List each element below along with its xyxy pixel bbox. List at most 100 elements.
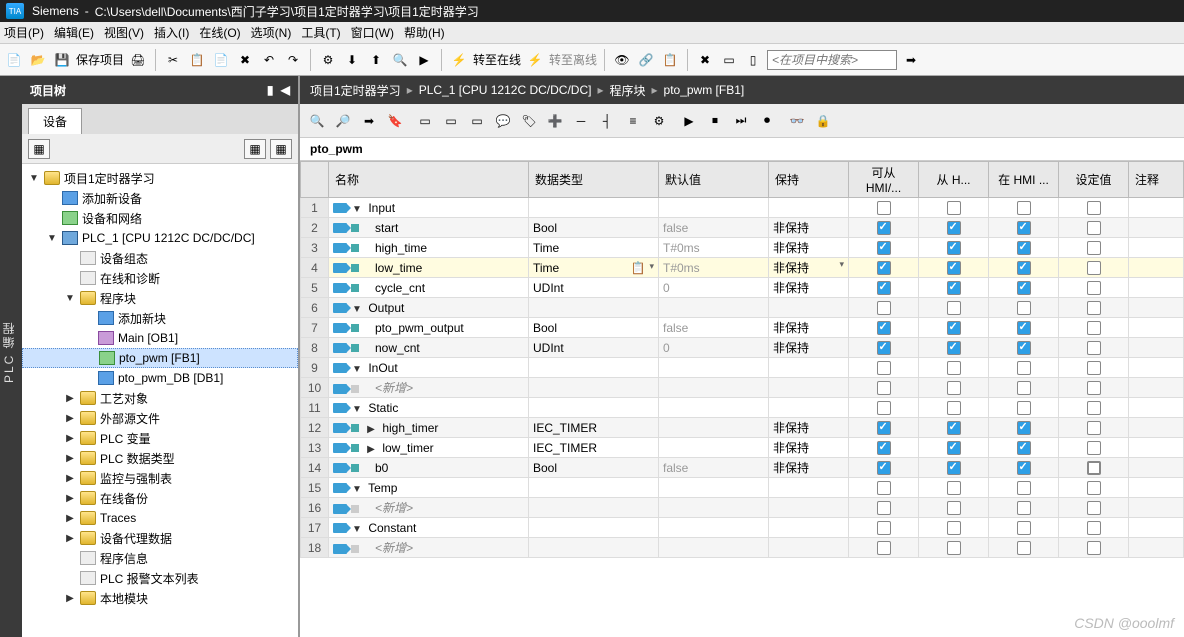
retain-cell[interactable] [769,518,849,538]
comment-cell[interactable] [1129,478,1184,498]
side-dock-label[interactable]: PLC 编程 [0,76,22,637]
expand-icon[interactable]: ▶ [64,532,76,544]
setvalue-checkbox[interactable] [1087,541,1101,555]
datatype-cell[interactable]: UDInt [529,278,659,298]
delete-icon[interactable]: ✖ [235,50,255,70]
setvalue-checkbox[interactable] [1087,501,1101,515]
hmi-checkbox[interactable] [947,321,961,335]
default-cell[interactable] [659,298,769,318]
hmi-checkbox[interactable] [877,481,891,495]
comment-cell[interactable] [1129,398,1184,418]
expand-icon[interactable]: ▼ [46,232,58,244]
comment-cell[interactable] [1129,458,1184,478]
table-row[interactable]: 9▼ InOut [301,358,1184,378]
hmi-checkbox[interactable] [877,261,891,275]
menu-item[interactable]: 选项(N) [251,24,292,41]
tree-item[interactable]: ▶Traces [22,508,298,528]
hmi-checkbox[interactable] [1017,341,1031,355]
go-online-icon[interactable]: ⚡ [449,50,469,70]
name-cell[interactable]: <新增> [329,378,529,398]
print-icon[interactable]: 🖨 [128,50,148,70]
zoom-out-icon[interactable]: 🔎 [332,110,354,132]
hmi-checkbox[interactable] [947,381,961,395]
hmi-checkbox[interactable] [877,541,891,555]
tree-item[interactable]: ▶设备代理数据 [22,528,298,548]
name-cell[interactable]: ▼ Static [329,398,529,418]
hmi-checkbox[interactable] [1017,201,1031,215]
table-row[interactable]: 5 cycle_cntUDInt0非保持 [301,278,1184,298]
close-view-icon[interactable]: ✖ [695,50,715,70]
simulate-icon[interactable]: ▶ [414,50,434,70]
menu-item[interactable]: 在线(O) [199,24,240,41]
setvalue-checkbox[interactable] [1087,361,1101,375]
expand-icon[interactable]: ▶ [64,512,76,524]
table-row[interactable]: 1▼ Input [301,198,1184,218]
compare-icon[interactable]: 🔍 [390,50,410,70]
hmi-checkbox[interactable] [1017,541,1031,555]
retain-cell[interactable] [769,498,849,518]
tree-item[interactable]: 添加新设备 [22,188,298,208]
comment-cell[interactable] [1129,378,1184,398]
default-cell[interactable]: false [659,218,769,238]
hmi-checkbox[interactable] [1017,421,1031,435]
hmi-checkbox[interactable] [877,201,891,215]
name-cell[interactable]: ▼ Input [329,198,529,218]
setvalue-checkbox[interactable] [1087,201,1101,215]
dropdown-icon[interactable]: ▾ [839,259,844,270]
table-row[interactable]: 17▼ Constant [301,518,1184,538]
retain-cell[interactable] [769,298,849,318]
setvalue-checkbox[interactable] [1087,401,1101,415]
expand-icon[interactable] [64,572,76,584]
datatype-cell[interactable] [529,198,659,218]
split-h-icon[interactable]: ▭ [719,50,739,70]
expand-icon[interactable] [83,352,95,364]
retain-cell[interactable] [769,398,849,418]
datatype-cell[interactable]: Bool [529,318,659,338]
tree-item[interactable]: ▶本地模块 [22,588,298,608]
hmi-checkbox[interactable] [877,421,891,435]
name-cell[interactable]: ▶ low_timer [329,438,529,458]
default-cell[interactable] [659,398,769,418]
branch-icon[interactable]: ┤ [596,110,618,132]
datatype-cell[interactable] [529,298,659,318]
hmi-checkbox[interactable] [877,281,891,295]
expand-icon[interactable]: ▼ [351,484,363,495]
panel-collapse-icon[interactable]: ◀ [281,83,290,97]
tree-item[interactable]: 在线和诊断 [22,268,298,288]
variable-table[interactable]: 名称数据类型默认值保持可从 HMI/...从 H...在 HMI ...设定值注… [300,161,1184,558]
hmi-checkbox[interactable] [947,481,961,495]
expand-icon[interactable] [82,312,94,324]
tree-item[interactable]: ▼程序块 [22,288,298,308]
table-row[interactable]: 7 pto_pwm_outputBoolfalse非保持 [301,318,1184,338]
breadcrumb-item[interactable]: pto_pwm [FB1] [664,83,745,97]
insert-icon[interactable]: ➕ [544,110,566,132]
menu-item[interactable]: 插入(I) [154,24,189,41]
cross-ref-icon[interactable]: 🔗 [636,50,656,70]
tree-view2-icon[interactable]: ▦ [270,139,292,159]
expand-icon[interactable]: ▶ [365,424,377,435]
tree-item[interactable]: ▶PLC 变量 [22,428,298,448]
save-icon[interactable]: 💾 [52,50,72,70]
hmi-checkbox[interactable] [1017,381,1031,395]
network3-icon[interactable]: ▭ [466,110,488,132]
hmi-checkbox[interactable] [877,381,891,395]
panel-pin-icon[interactable]: ▮ [267,83,274,97]
default-cell[interactable] [659,198,769,218]
datatype-cell[interactable]: Time▾📋 [529,258,659,278]
open-icon[interactable]: 📂 [28,50,48,70]
hmi-checkbox[interactable] [1017,401,1031,415]
default-cell[interactable]: 0 [659,278,769,298]
column-header[interactable]: 注释 [1129,162,1184,198]
expand-icon[interactable]: ▼ [351,204,363,215]
expand-icon[interactable] [64,272,76,284]
name-cell[interactable]: high_time [329,238,529,258]
datatype-cell[interactable]: UDInt [529,338,659,358]
hmi-checkbox[interactable] [877,301,891,315]
comment-cell[interactable] [1129,358,1184,378]
name-cell[interactable]: ▼ Output [329,298,529,318]
hmi-checkbox[interactable] [1017,461,1031,475]
project-search-input[interactable] [767,50,897,70]
hmi-checkbox[interactable] [1017,261,1031,275]
retain-cell[interactable]: 非保持 [769,318,849,338]
menu-item[interactable]: 工具(T) [301,24,340,41]
